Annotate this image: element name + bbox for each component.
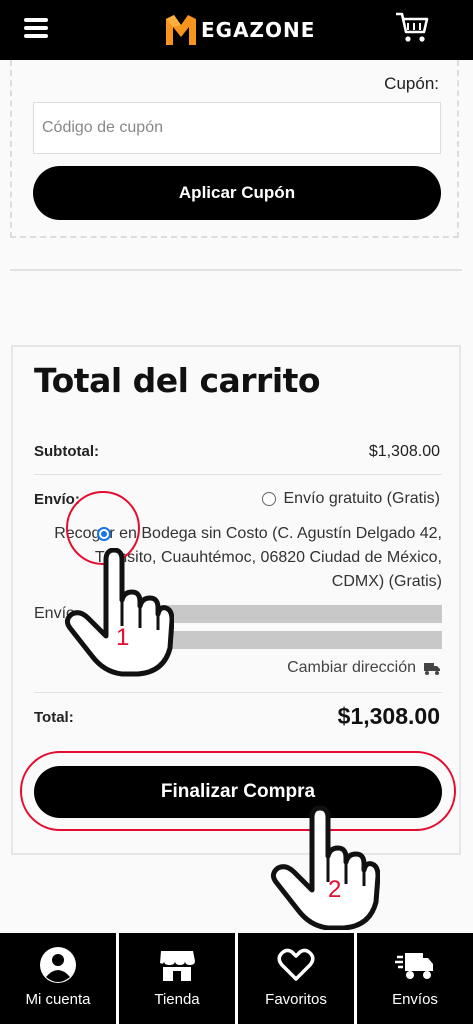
step-number-2: 2 — [328, 876, 342, 903]
nav-item-store[interactable]: Tienda — [119, 933, 235, 1024]
redacted-address-line — [149, 605, 442, 623]
highlight-outline-step2 — [20, 751, 456, 831]
shipping-option-free[interactable]: Envío gratuito (Gratis) — [261, 490, 441, 508]
coupon-label: Cupón: — [384, 74, 439, 93]
heart-icon — [277, 948, 315, 981]
cart-totals-title: Total del carrito — [34, 361, 321, 400]
shipping-option-free-label: Envío gratuito (Gratis) — [283, 490, 441, 507]
change-address-label: Cambiar dirección — [287, 659, 416, 676]
total-label: Total: — [34, 709, 74, 726]
truck-icon — [424, 663, 440, 675]
store-icon — [160, 951, 195, 981]
row-divider — [34, 474, 442, 475]
bottom-navigation: Mi cuenta Tienda Favoritos Envíos — [0, 933, 473, 1024]
top-bar: EGAZONE — [0, 0, 473, 60]
nav-label: Mi cuenta — [25, 991, 91, 1008]
step-number-1: 1 — [116, 624, 130, 651]
hamburger-menu-icon[interactable] — [24, 18, 48, 40]
total-value: $1,308.00 — [337, 703, 440, 729]
subtotal-value: $1,308.00 — [368, 443, 440, 460]
radio-free-shipping[interactable] — [261, 492, 276, 506]
truck-icon — [395, 953, 433, 979]
apply-coupon-button[interactable]: Aplicar Cupón — [33, 166, 441, 220]
nav-item-my-account[interactable]: Mi cuenta — [0, 933, 116, 1024]
coupon-input[interactable] — [33, 102, 441, 154]
logo-m-icon — [166, 15, 196, 45]
pointing-hand-icon — [270, 806, 380, 930]
change-address-link[interactable]: Cambiar dirección — [287, 659, 440, 677]
nav-item-shipping[interactable]: Envíos — [357, 933, 473, 1024]
nav-item-favorites[interactable]: Favoritos — [238, 933, 354, 1024]
nav-label: Favoritos — [265, 991, 327, 1008]
subtotal-label: Subtotal: — [34, 443, 99, 460]
logo[interactable]: EGAZONE — [164, 12, 315, 48]
user-icon — [40, 947, 76, 983]
logo-text: EGAZONE — [201, 18, 316, 42]
coupon-section: Cupón: Aplicar Cupón — [10, 60, 459, 238]
row-divider — [34, 692, 442, 693]
nav-label: Tienda — [154, 991, 200, 1008]
nav-label: Envíos — [392, 991, 438, 1008]
section-divider — [10, 269, 462, 271]
cart-icon[interactable] — [394, 10, 430, 44]
redacted-address-line — [149, 631, 442, 649]
pointing-hand-icon — [64, 548, 174, 677]
